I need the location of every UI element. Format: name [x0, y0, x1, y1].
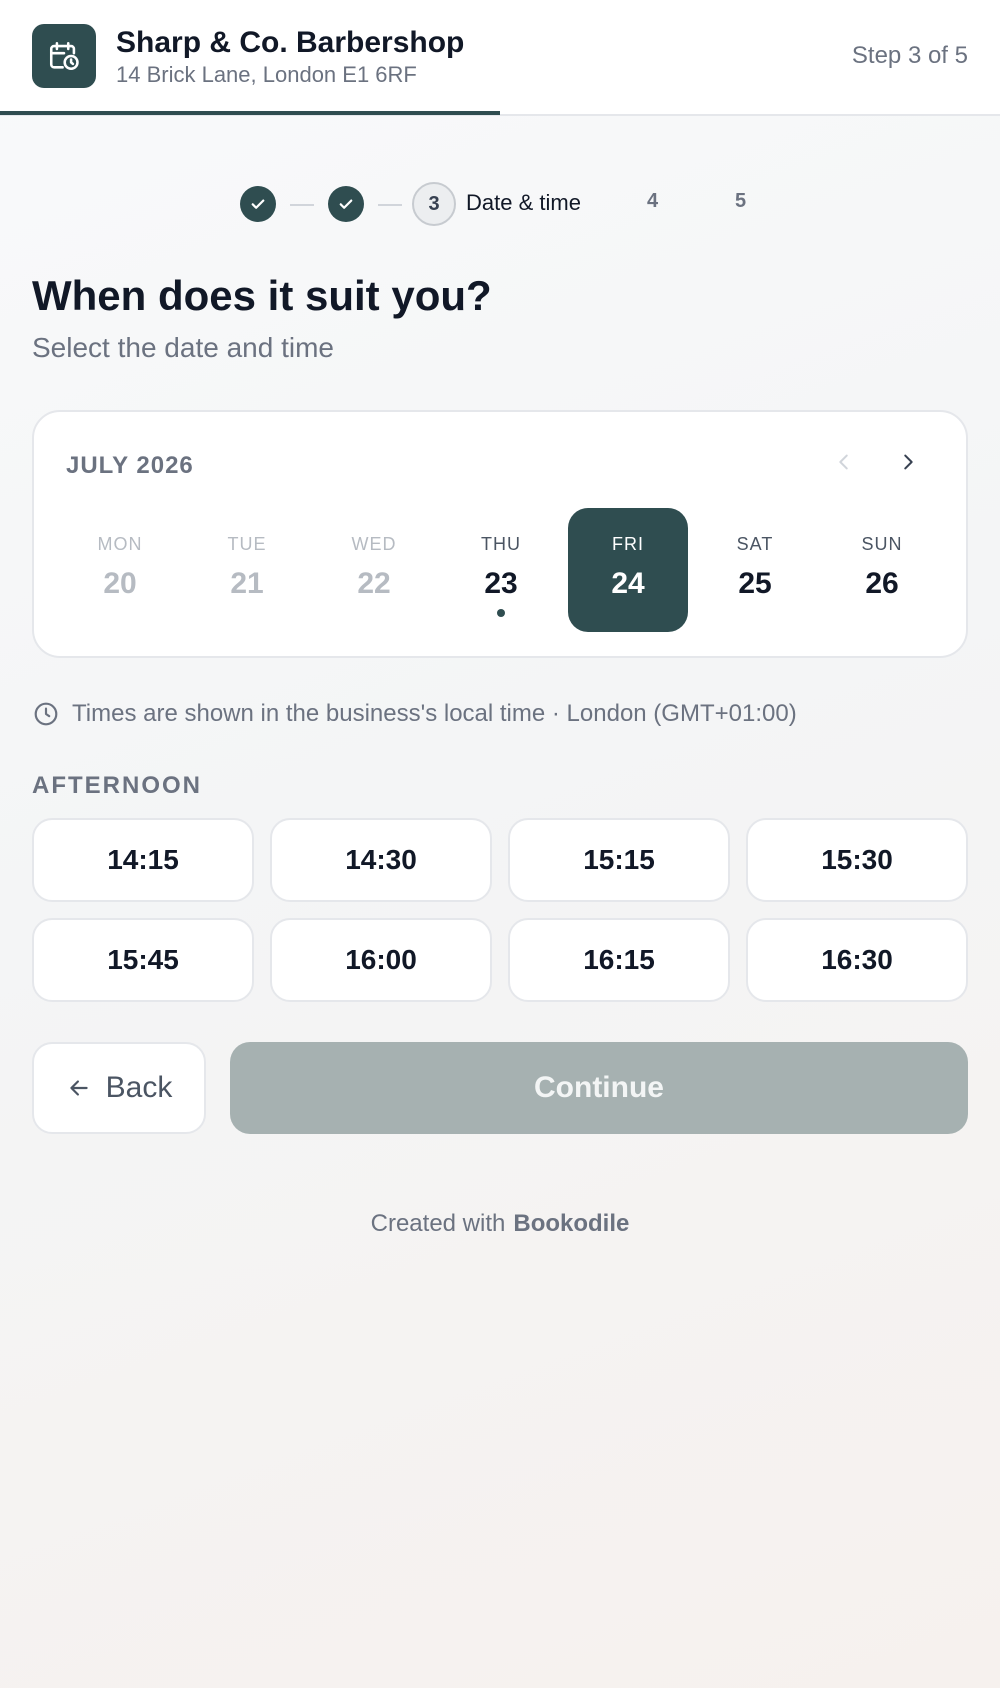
continue-button[interactable]: Continue: [230, 1042, 968, 1134]
timezone-text: Times are shown in the business's local …: [72, 700, 797, 727]
step-connector: [378, 204, 402, 206]
back-button-label: Back: [105, 1071, 173, 1104]
day-date: 22: [357, 567, 391, 600]
check-icon: [251, 199, 265, 209]
step-1-complete[interactable]: [240, 186, 276, 222]
chevron-right-icon: [904, 454, 913, 470]
period-label: AFTERNOON: [32, 772, 202, 799]
time-slot-1415[interactable]: 14:15: [32, 818, 254, 902]
day-date: 20: [103, 567, 137, 600]
calendar-clock-icon: [32, 24, 96, 88]
day-weekday: FRI: [612, 534, 644, 554]
day-tue-21: TUE 21: [187, 508, 307, 632]
time-slot-1430[interactable]: 14:30: [270, 818, 492, 902]
time-slot-1615[interactable]: 16:15: [508, 918, 730, 1002]
step-indicator-text: Step 3 of 5: [851, 42, 968, 69]
day-sat-25[interactable]: SAT 25: [695, 508, 815, 632]
clock-icon: [32, 700, 60, 728]
day-weekday: MON: [97, 534, 143, 554]
day-weekday: WED: [351, 534, 397, 554]
page-title: When does it suit you?: [32, 272, 492, 319]
arrow-left-icon: [66, 1075, 92, 1101]
day-weekday: SUN: [861, 534, 903, 554]
time-slot-1515[interactable]: 15:15: [508, 818, 730, 902]
footer-created-with: Created with: [370, 1210, 506, 1237]
day-date: 21: [230, 567, 264, 600]
step-2-complete[interactable]: [328, 186, 364, 222]
today-dot: [497, 609, 505, 617]
footer-credit: Created with Bookodile: [0, 1210, 1000, 1238]
day-thu-23[interactable]: THU 23: [441, 508, 561, 632]
check-icon: [339, 199, 353, 209]
business-name: Sharp & Co. Barbershop: [116, 26, 465, 59]
back-button[interactable]: Back: [32, 1042, 206, 1134]
prev-week-button[interactable]: [824, 442, 864, 482]
timezone-note: Times are shown in the business's local …: [32, 698, 797, 730]
app-header: Sharp & Co. Barbershop 14 Brick Lane, Lo…: [0, 0, 1000, 116]
day-weekday: TUE: [227, 534, 267, 554]
day-date: 25: [738, 567, 772, 600]
step-tracker: 3 Date & time 4 5: [0, 182, 1000, 226]
day-date: 24: [611, 567, 645, 600]
page-subtitle: Select the date and time: [32, 332, 334, 363]
time-slot-1630[interactable]: 16:30: [746, 918, 968, 1002]
chevron-left-icon: [839, 454, 848, 470]
footer-brand-link[interactable]: Bookodile: [513, 1210, 629, 1237]
day-weekday: SAT: [736, 534, 774, 554]
business-address: 14 Brick Lane, London E1 6RF: [116, 62, 417, 87]
time-slot-1600[interactable]: 16:00: [270, 918, 492, 1002]
day-wed-22: WED 22: [314, 508, 434, 632]
progress-bar: [0, 111, 500, 115]
time-slot-1530[interactable]: 15:30: [746, 818, 968, 902]
day-fri-24-selected[interactable]: FRI 24: [568, 508, 688, 632]
day-date: 23: [484, 567, 518, 600]
step-3-label: Date & time: [466, 190, 581, 215]
time-slot-1545[interactable]: 15:45: [32, 918, 254, 1002]
day-weekday: THU: [481, 534, 521, 554]
step-5-number: 5: [735, 190, 747, 212]
day-mon-20: MON 20: [60, 508, 180, 632]
day-date: 26: [865, 567, 899, 600]
month-label: JULY 2026: [66, 452, 194, 479]
step-connector: [290, 204, 314, 206]
date-picker: JULY 2026 MON 20 TUE 21 WED 22 THU 23 FR…: [32, 410, 968, 658]
step-4-number: 4: [647, 190, 659, 212]
day-sun-26[interactable]: SUN 26: [822, 508, 942, 632]
next-week-button[interactable]: [888, 442, 928, 482]
step-3-current: 3: [412, 182, 456, 226]
